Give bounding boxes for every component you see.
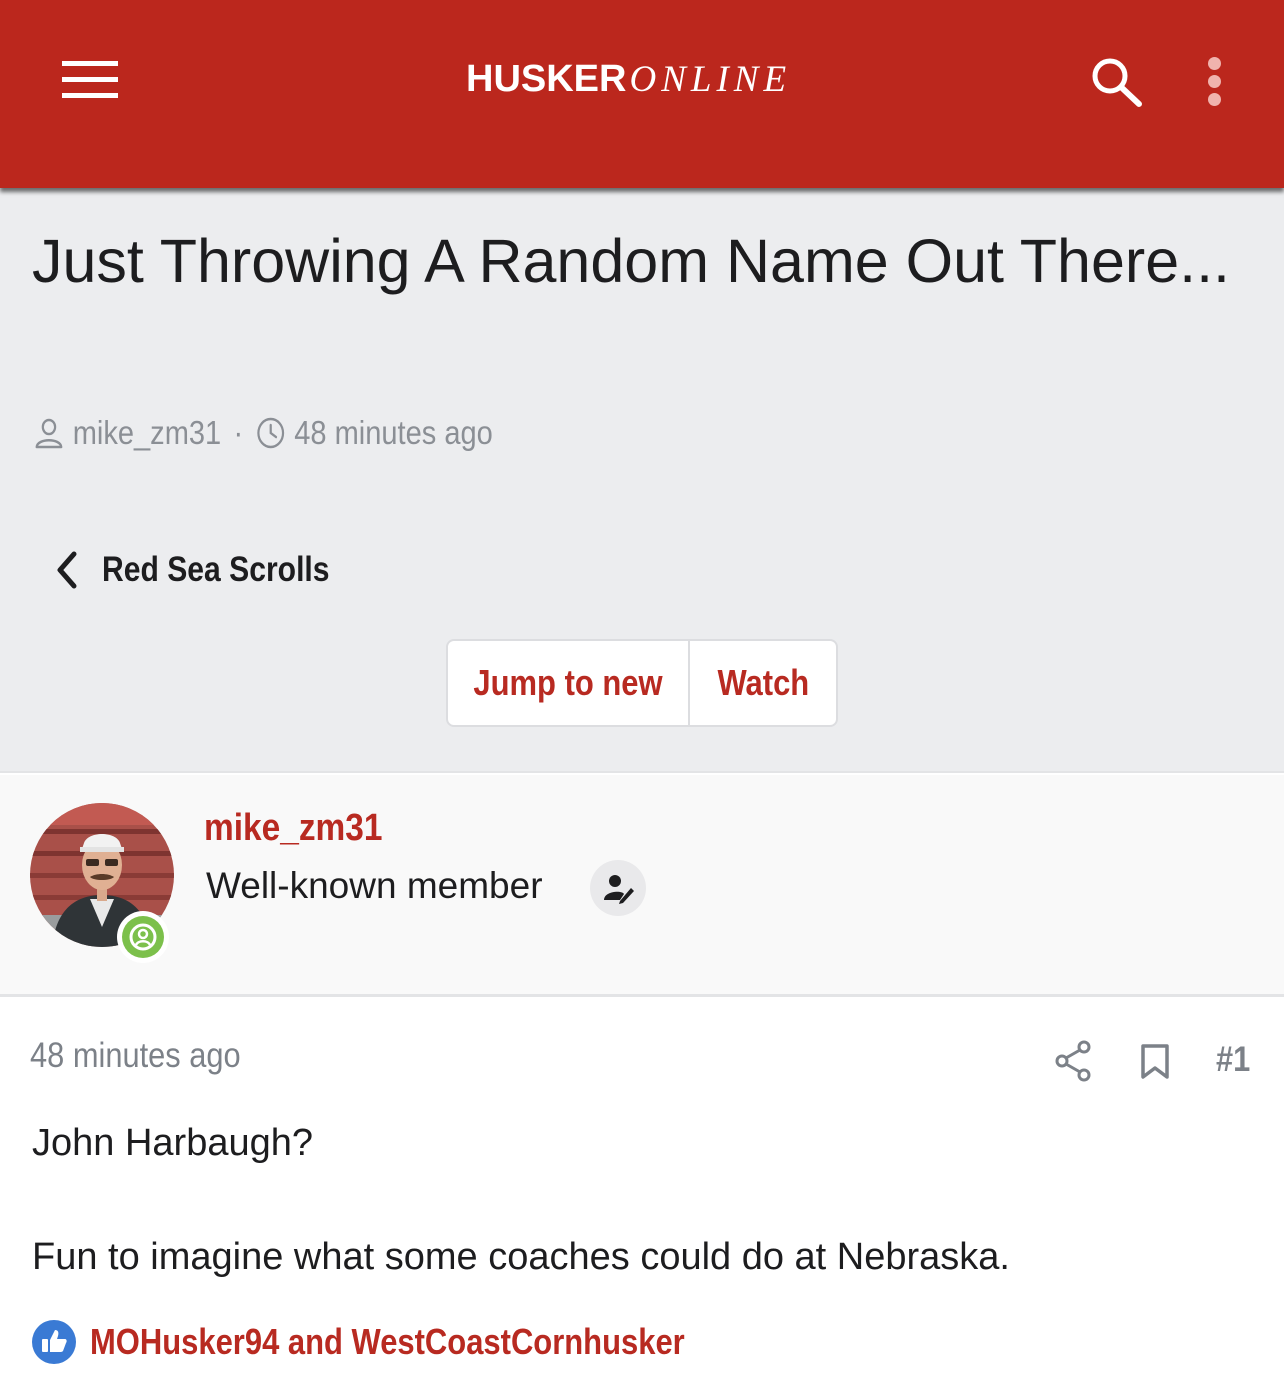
thread-author-link[interactable]: mike_zm31 — [73, 414, 221, 452]
user-icon — [35, 418, 63, 449]
hamburger-menu-icon[interactable] — [62, 60, 118, 100]
post-author-name[interactable]: mike_zm31 — [204, 807, 382, 850]
vertical-ellipsis-icon[interactable] — [1200, 54, 1230, 110]
post-author-panel: mike_zm31 Well-known member — [0, 775, 1284, 997]
thread-time[interactable]: 48 minutes ago — [294, 414, 493, 452]
top-bar: HUSKER ONLINE — [0, 0, 1284, 188]
thread-title: Just Throwing A Random Name Out There... — [32, 227, 1230, 295]
meta-separator: · — [233, 414, 244, 451]
logo-online: ONLINE — [629, 59, 792, 100]
online-status-icon — [117, 911, 169, 963]
user-edit-icon — [590, 860, 646, 916]
thread-header: Just Throwing A Random Name Out There...… — [0, 188, 1284, 773]
bookmark-icon[interactable] — [1140, 1044, 1170, 1080]
watch-button[interactable]: Watch — [690, 641, 836, 725]
jump-to-new-label: Jump to new — [473, 662, 663, 703]
thread-action-buttons: Jump to new Watch — [446, 639, 838, 727]
like-icon — [32, 1320, 76, 1364]
search-icon[interactable] — [1086, 54, 1146, 110]
post-body: John Harbaugh? Fun to imagine what some … — [32, 1118, 1252, 1346]
post-body-line: Fun to imagine what some coaches could d… — [32, 1236, 1010, 1278]
reaction-users: MOHusker94 and WestCoastCornhusker — [90, 1321, 685, 1362]
site-logo[interactable]: HUSKER ONLINE — [466, 58, 791, 108]
thread-meta: mike_zm31 · 48 minutes ago — [34, 414, 493, 452]
post-time[interactable]: 48 minutes ago — [30, 1036, 241, 1076]
post-body-line: John Harbaugh? — [32, 1122, 313, 1164]
logo-husker: HUSKER — [466, 58, 627, 100]
forum-name: Red Sea Scrolls — [102, 550, 330, 589]
forum-breadcrumb[interactable]: Red Sea Scrolls — [52, 550, 367, 590]
chevron-left-icon — [57, 551, 77, 589]
post-number-link[interactable]: #1 — [1216, 1040, 1250, 1080]
watch-label: Watch — [717, 662, 809, 703]
post: 48 minutes ago #1 John Harbaugh? Fun to … — [0, 1000, 1284, 1383]
clock-icon — [257, 417, 284, 449]
post-author-role: Well-known member — [206, 865, 543, 906]
reactions-bar[interactable]: MOHusker94 and WestCoastCornhusker — [32, 1320, 782, 1364]
share-icon[interactable] — [1054, 1040, 1092, 1082]
jump-to-new-button[interactable]: Jump to new — [448, 641, 690, 725]
